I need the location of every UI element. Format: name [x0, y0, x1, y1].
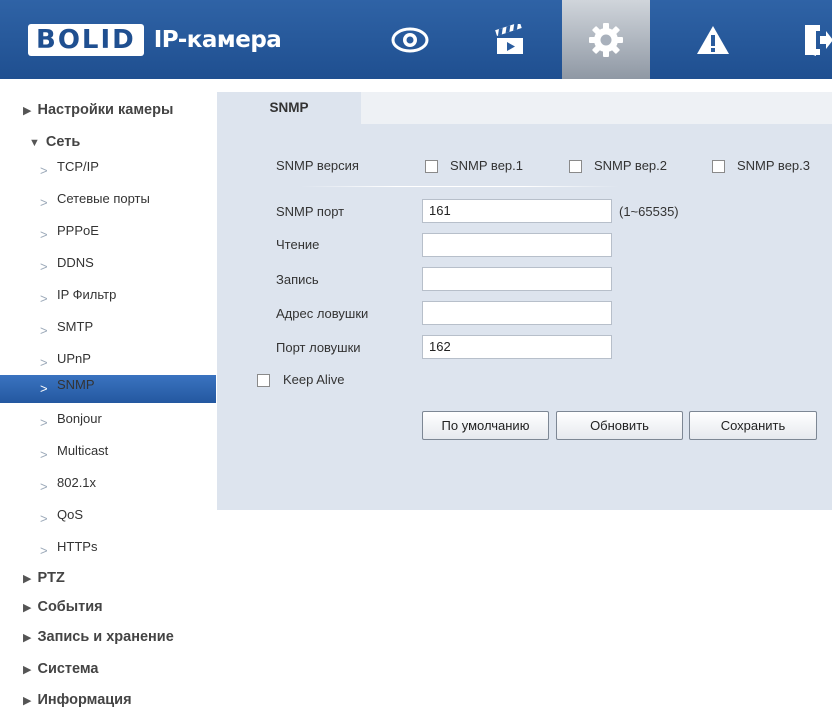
chevron-right-icon: >: [40, 195, 48, 210]
sidebar-item-smtp[interactable]: > SMTP: [0, 317, 216, 345]
snmp-v1-checkbox[interactable]: [425, 160, 438, 173]
chevron-right-icon: >: [40, 511, 48, 526]
sidebar-item-ip-filter[interactable]: > IP Фильтр: [0, 285, 216, 313]
settings-button[interactable]: [562, 0, 650, 79]
chevron-right-icon: >: [40, 479, 48, 494]
tab-snmp[interactable]: SNMP: [217, 92, 361, 124]
snmp-v2-checkbox[interactable]: [569, 160, 582, 173]
chevron-right-icon: >: [40, 291, 48, 306]
trap-port-field[interactable]: 162: [422, 335, 612, 359]
playback-button[interactable]: [466, 0, 554, 79]
sidebar-item-bonjour[interactable]: > Bonjour: [0, 409, 216, 437]
warning-icon: [697, 25, 729, 54]
logout-button[interactable]: [774, 0, 832, 79]
sidebar-item-label: Система: [37, 661, 99, 677]
snmp-v2-label: SNMP вер.2: [594, 158, 667, 173]
top-bar: ΒΟLΙD IP-камера: [0, 0, 832, 79]
triangle-right-icon: ▶: [23, 632, 32, 644]
triangle-right-icon: ▶: [23, 602, 32, 614]
chevron-right-icon: >: [40, 355, 48, 370]
snmp-v3-label: SNMP вер.3: [737, 158, 810, 173]
chevron-right-icon: >: [40, 227, 48, 242]
chevron-right-icon: >: [40, 543, 48, 558]
chevron-right-icon: >: [40, 259, 48, 274]
alarm-button[interactable]: [669, 0, 757, 79]
refresh-button[interactable]: Обновить: [556, 411, 683, 440]
sidebar-item-https[interactable]: > HTTPs: [0, 537, 216, 565]
gear-icon: [589, 22, 623, 57]
sidebar-item-multicast[interactable]: > Multicast: [0, 441, 216, 469]
read-community-label: Чтение: [276, 237, 320, 252]
logo: ΒΟLΙD IP-камера: [28, 23, 282, 57]
exit-icon: [805, 24, 832, 56]
sidebar-item-label: Настройки камеры: [37, 102, 174, 118]
chevron-right-icon: >: [40, 415, 48, 430]
save-button[interactable]: Сохранить: [689, 411, 817, 440]
sidebar-item-qos[interactable]: > QoS: [0, 505, 216, 533]
triangle-right-icon: ▶: [23, 573, 32, 585]
snmp-port-label: SNMP порт: [276, 204, 345, 219]
snmp-port-field[interactable]: 161: [422, 199, 612, 223]
sidebar-system[interactable]: ▶ Система: [23, 658, 99, 680]
sidebar-item-pppoe[interactable]: > PPPoE: [0, 221, 216, 249]
sidebar-record-storage[interactable]: ▶ Запись и хранение: [23, 626, 174, 648]
sidebar-item-snmp[interactable]: > SNMP: [0, 375, 216, 403]
live-view-button[interactable]: [366, 0, 454, 79]
sidebar-network[interactable]: ▼ Сеть: [29, 131, 80, 153]
snmp-v3-checkbox[interactable]: [712, 160, 725, 173]
trap-address-label: Адрес ловушки: [276, 306, 369, 321]
sidebar-info[interactable]: ▶ Информация: [23, 689, 132, 711]
keep-alive-label: Keep Alive: [283, 372, 345, 387]
read-community-field[interactable]: [422, 233, 612, 257]
sidebar-item-ports[interactable]: > Сетевые порты: [0, 189, 216, 217]
divider: [300, 186, 620, 187]
write-community-field[interactable]: [422, 267, 612, 291]
tab-bar: SNMP: [217, 92, 832, 124]
sidebar-item-tcpip[interactable]: > TCP/IP: [0, 157, 216, 185]
default-button[interactable]: По умолчанию: [422, 411, 549, 440]
sidebar-camera-settings[interactable]: ▶ Настройки камеры: [23, 99, 173, 121]
triangle-down-icon: ▼: [29, 137, 40, 149]
triangle-right-icon: ▶: [23, 695, 32, 707]
sidebar-item-label: Запись и хранение: [37, 629, 174, 645]
chevron-right-icon: >: [40, 381, 48, 396]
snmp-v1-label: SNMP вер.1: [450, 158, 523, 173]
sidebar-item-ddns[interactable]: > DDNS: [0, 253, 216, 281]
sidebar-item-label: PTZ: [37, 570, 65, 586]
trap-port-label: Порт ловушки: [276, 340, 361, 355]
logo-brand: ΒΟLΙD: [28, 24, 144, 56]
keep-alive-checkbox[interactable]: [257, 374, 270, 387]
sidebar-item-label: Информация: [37, 692, 132, 708]
sidebar-item-label: Сеть: [45, 134, 81, 150]
sidebar-events[interactable]: ▶ События: [23, 596, 103, 618]
chevron-right-icon: >: [40, 323, 48, 338]
sidebar-item-8021x[interactable]: >802.1x: [0, 473, 216, 501]
write-community-label: Запись: [276, 272, 319, 287]
snmp-port-range: (1~65535): [619, 204, 679, 219]
chevron-right-icon: >: [40, 163, 48, 178]
sidebar: ▶ Настройки камеры ▼ Сеть > TCP/IP > Сетевые…: [0, 79, 217, 715]
chevron-right-icon: >: [40, 447, 48, 462]
snmp-version-label: SNMP версия: [276, 158, 359, 173]
triangle-right-icon: ▶: [23, 664, 32, 676]
sidebar-ptz[interactable]: ▶ PTZ: [23, 567, 65, 589]
app-title: IP-камера: [153, 27, 282, 53]
sidebar-item-label: События: [37, 599, 103, 615]
eye-icon: [391, 27, 429, 52]
clapperboard-icon: [495, 23, 523, 54]
sidebar-item-upnp[interactable]: > UPnP: [0, 349, 216, 377]
triangle-right-icon: ▶: [23, 105, 32, 117]
trap-address-field[interactable]: [422, 301, 612, 325]
